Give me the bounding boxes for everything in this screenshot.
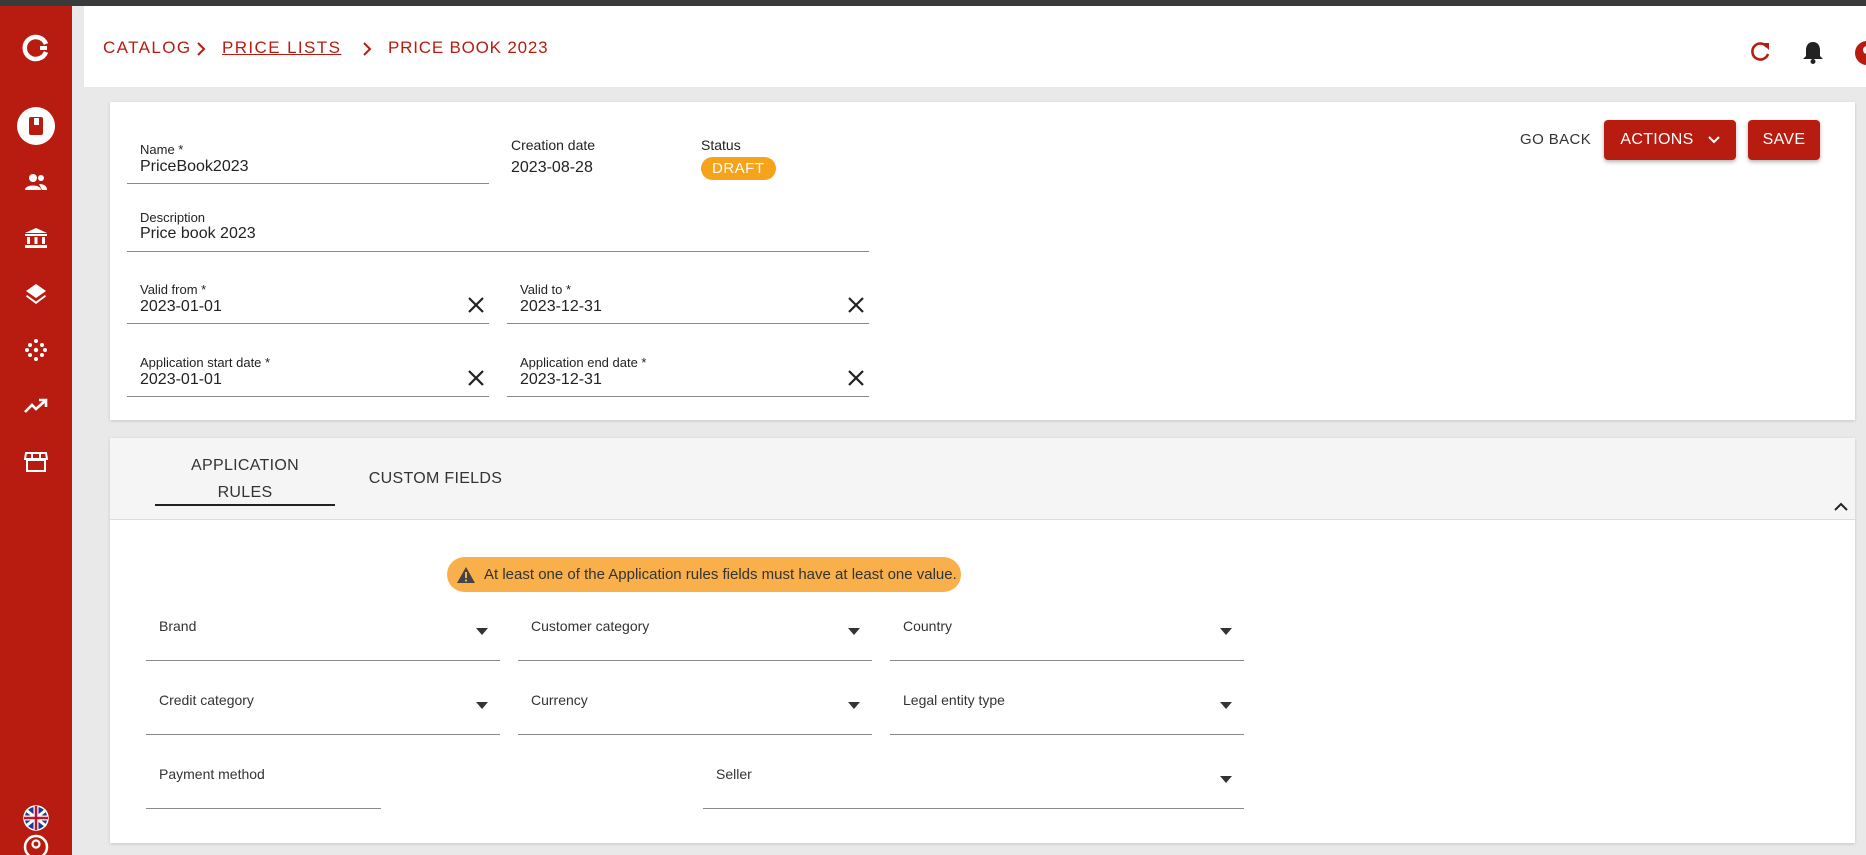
caret-down-icon: [476, 628, 488, 635]
chevron-down-icon: [1707, 136, 1720, 144]
country-select[interactable]: Country: [890, 606, 1244, 661]
status-label: Status: [701, 137, 741, 153]
sidebar-item-store[interactable]: [0, 440, 72, 484]
caret-down-icon: [848, 628, 860, 635]
application-end-field[interactable]: Application end date * 2023-12-31: [507, 345, 869, 397]
close-icon[interactable]: [467, 369, 485, 387]
caret-down-icon: [1220, 776, 1232, 783]
country-label: Country: [903, 618, 953, 634]
top-header: CATALOG PRICE LISTS PRICE BOOK 2023: [84, 6, 1866, 87]
sidebar-item-grid[interactable]: [0, 328, 72, 372]
sidebar-item-institutions[interactable]: [0, 216, 72, 260]
validation-warning: At least one of the Application rules fi…: [447, 557, 961, 592]
tab-custom-fields-label: CUSTOM FIELDS: [368, 470, 503, 487]
tab-application-rules-line1: APPLICATION: [191, 457, 299, 474]
valid-from-label: Valid from *: [140, 282, 207, 297]
go-back-button[interactable]: GO BACK: [1520, 131, 1591, 148]
validation-warning-text: At least one of the Application rules fi…: [484, 566, 957, 583]
trending-up-icon: [24, 398, 48, 413]
application-end-label: Application end date *: [520, 355, 647, 370]
close-icon[interactable]: [847, 296, 865, 314]
legal-entity-type-select[interactable]: Legal entity type: [890, 680, 1244, 735]
sidebar-item-customers[interactable]: [0, 160, 72, 204]
valid-to-value[interactable]: 2023-12-31: [520, 298, 602, 316]
breadcrumb-current: PRICE BOOK 2023: [388, 38, 549, 57]
creation-date-label: Creation date: [511, 137, 596, 153]
currency-select[interactable]: Currency: [518, 680, 872, 735]
chevron-right-icon: [197, 42, 206, 56]
description-field[interactable]: Description Price book 2023: [127, 200, 869, 252]
price-list-form: Name * PriceBook2023 Creation date 2023-…: [110, 102, 1855, 420]
layers-icon: [26, 284, 46, 304]
breadcrumb-catalog[interactable]: CATALOG: [103, 38, 192, 58]
name-label: Name *: [140, 142, 184, 157]
creation-date-value: 2023-08-28: [511, 159, 593, 176]
tab-bar: APPLICATION RULES CUSTOM FIELDS: [110, 438, 1855, 520]
status-badge: DRAFT: [701, 157, 776, 180]
active-tab-indicator: [155, 504, 335, 506]
uk-flag-icon: [23, 805, 49, 831]
valid-to-field[interactable]: Valid to * 2023-12-31: [507, 272, 869, 324]
brand-label: Brand: [159, 618, 197, 634]
save-button[interactable]: SAVE: [1748, 120, 1820, 160]
name-value[interactable]: PriceBook2023: [140, 158, 249, 176]
sidebar-item-trends[interactable]: [0, 384, 72, 428]
actions-button[interactable]: ACTIONS: [1604, 120, 1736, 160]
close-icon[interactable]: [847, 369, 865, 387]
payment-method-select[interactable]: Payment method: [146, 754, 381, 809]
brand-select[interactable]: Brand: [146, 606, 500, 661]
breadcrumb-price-lists[interactable]: PRICE LISTS: [222, 38, 341, 58]
application-start-field[interactable]: Application start date * 2023-01-01: [127, 345, 489, 397]
chevron-right-icon: [363, 42, 372, 56]
help-icon: [23, 834, 49, 855]
valid-to-label: Valid to *: [520, 282, 572, 297]
caret-down-icon: [848, 702, 860, 709]
tab-application-rules[interactable]: APPLICATION RULES: [155, 452, 335, 506]
sidebar-help[interactable]: [0, 834, 72, 855]
seller-label: Seller: [716, 766, 752, 782]
refresh-icon[interactable]: [1748, 40, 1772, 64]
customer-category-select[interactable]: Customer category: [518, 606, 872, 661]
application-start-label: Application start date *: [140, 355, 271, 370]
sidebar: [0, 6, 72, 855]
dots-grid-icon: [25, 339, 47, 361]
app-logo-icon[interactable]: [0, 26, 72, 70]
caret-down-icon: [1220, 628, 1232, 635]
seller-select[interactable]: Seller: [703, 754, 1244, 809]
bell-icon[interactable]: [1802, 40, 1824, 64]
application-end-value[interactable]: 2023-12-31: [520, 371, 602, 389]
credit-category-select[interactable]: Credit category: [146, 680, 500, 735]
application-start-value[interactable]: 2023-01-01: [140, 371, 222, 389]
caret-down-icon: [1220, 702, 1232, 709]
payment-method-label: Payment method: [159, 766, 265, 782]
caret-down-icon: [476, 702, 488, 709]
description-label: Description: [140, 210, 206, 225]
valid-from-field[interactable]: Valid from * 2023-01-01: [127, 272, 489, 324]
close-icon[interactable]: [467, 296, 485, 314]
save-label: SAVE: [1762, 131, 1806, 148]
tab-custom-fields[interactable]: CUSTOM FIELDS: [348, 465, 523, 492]
name-field[interactable]: Name * PriceBook2023: [127, 132, 489, 184]
legal-entity-type-label: Legal entity type: [903, 692, 1005, 708]
bank-icon: [25, 228, 47, 248]
sidebar-item-catalog[interactable]: [0, 104, 72, 148]
application-rules-panel: APPLICATION RULES CUSTOM FIELDS At least…: [110, 438, 1855, 843]
storefront-icon: [24, 452, 48, 472]
account-icon[interactable]: [1854, 40, 1866, 66]
currency-label: Currency: [531, 692, 588, 708]
sidebar-item-layers[interactable]: [0, 272, 72, 316]
credit-category-label: Credit category: [159, 692, 254, 708]
actions-label: ACTIONS: [1620, 131, 1694, 148]
people-icon: [25, 174, 47, 190]
valid-from-value[interactable]: 2023-01-01: [140, 298, 222, 316]
catalog-book-icon: [17, 107, 55, 145]
chevron-up-icon[interactable]: [1834, 502, 1848, 511]
tab-application-rules-line2: RULES: [217, 484, 273, 501]
customer-category-label: Customer category: [531, 618, 650, 634]
description-value[interactable]: Price book 2023: [140, 225, 256, 243]
warning-icon: [457, 566, 475, 583]
